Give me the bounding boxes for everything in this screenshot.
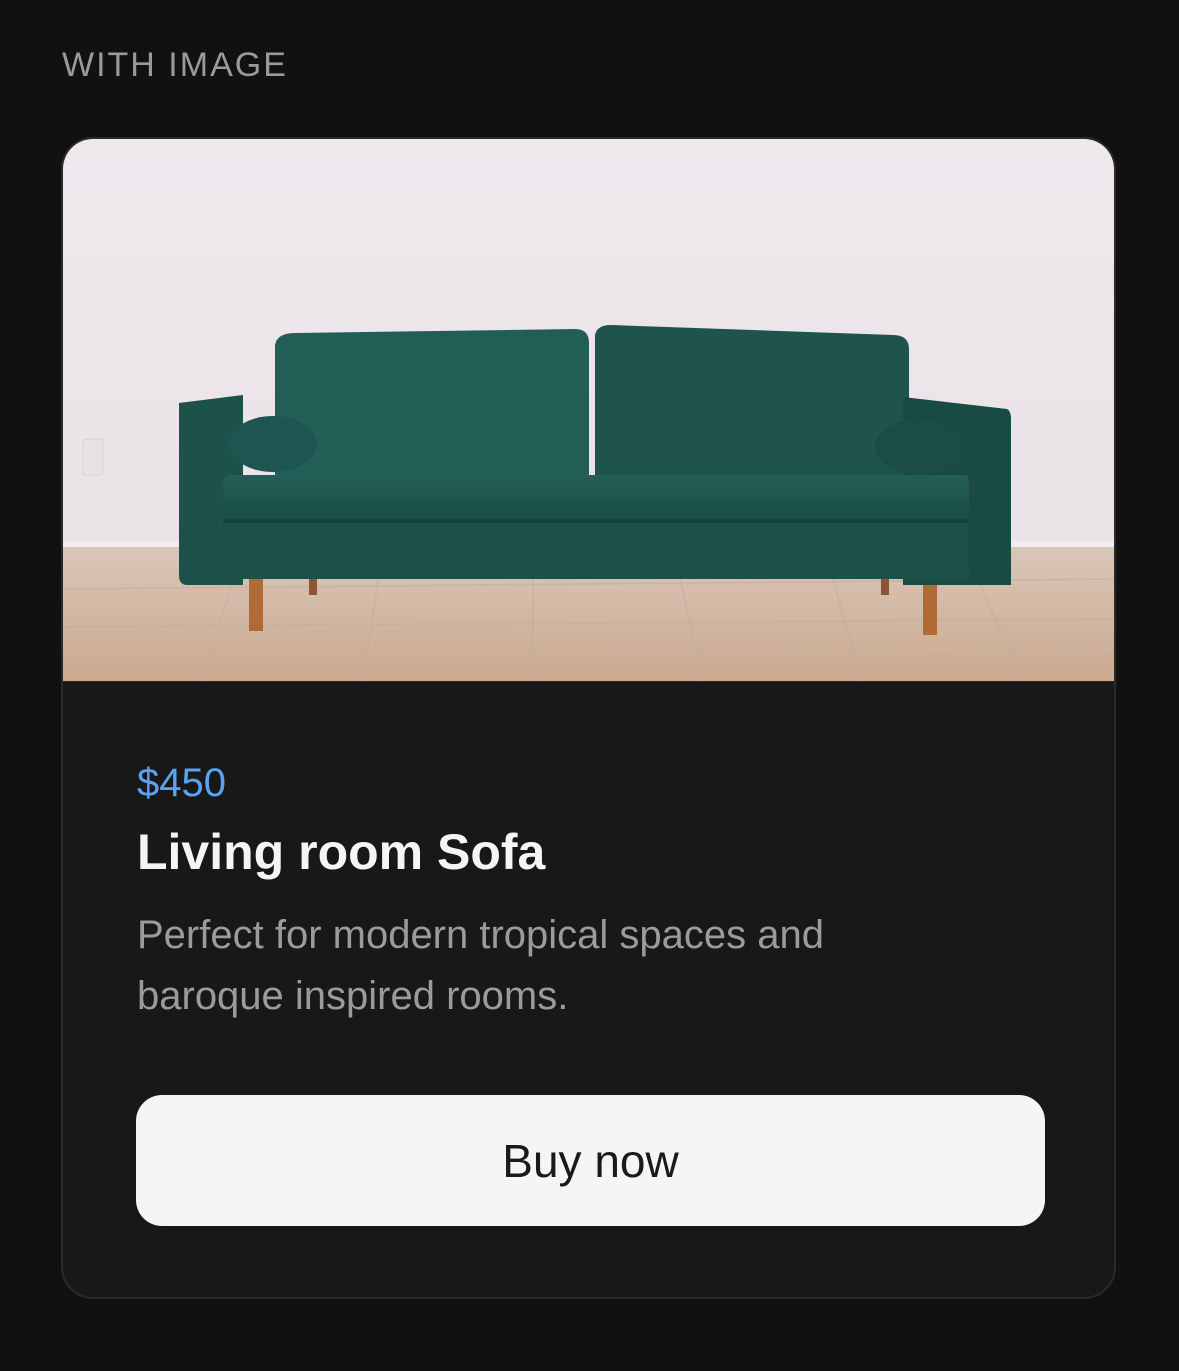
product-price: $450	[137, 761, 226, 805]
product-title: Living room Sofa	[137, 824, 546, 880]
buy-now-button[interactable]: Buy now	[136, 1095, 1045, 1226]
product-image	[63, 139, 1114, 682]
product-description: Perfect for modern tropical spaces and b…	[137, 913, 825, 1018]
section-label: WITH IMAGE	[62, 46, 288, 84]
product-card: $450 Living room Sofa Perfect for modern…	[61, 137, 1116, 1299]
